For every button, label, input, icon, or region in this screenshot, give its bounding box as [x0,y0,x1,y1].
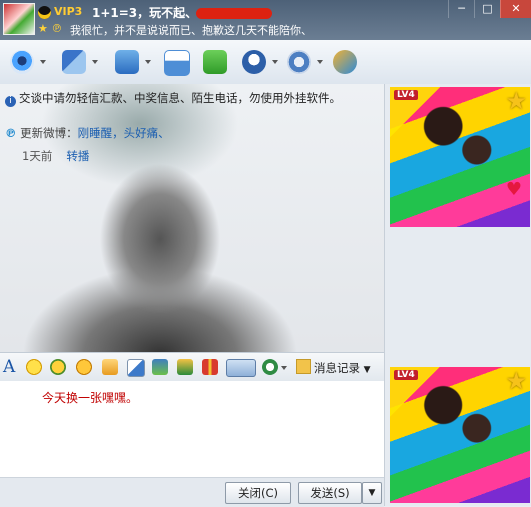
doodle-icon[interactable] [127,359,145,377]
security-warning: i 交谈中请勿轻信汇款、中奖信息、陌生电话，勿使用外挂软件。 [5,90,341,107]
nudge-icon[interactable] [76,359,92,375]
button-bar: 关闭(C) 发送(S) ▼ [0,477,384,507]
refresh-apps-icon[interactable] [333,50,357,74]
create-discussion-icon[interactable] [203,50,227,74]
send-file-dropdown-icon[interactable] [145,60,151,64]
star-icon: ★ [505,367,527,395]
level-badge: LV4 [394,90,418,100]
weibo-post-link[interactable]: 刚睡醒，头好痛、 [78,126,170,140]
contact-nickname: 1+1=3，玩不起、 [92,6,198,20]
status-icons: ★ ℗ [38,22,63,35]
translate-icon[interactable] [262,359,278,375]
security-warning-text: 交谈中请勿轻信汇款、中奖信息、陌生电话，勿使用外挂软件。 [19,91,341,105]
maximize-button[interactable]: □ [474,0,500,18]
chat-toolbar [0,40,531,85]
contact-avatar[interactable] [3,3,35,35]
window-controls: ─ □ ✕ [448,0,531,18]
video-call-icon[interactable] [10,50,34,74]
contact-signature: 我很忙，并不是说说而已、抱歉这几天不能陪你、 [70,24,312,37]
music-icon[interactable] [177,359,193,375]
video-call-dropdown-icon[interactable] [40,60,46,64]
history-dropdown-icon[interactable]: ▼ [364,365,371,375]
weibo-meta: 1天前 转播 [22,148,89,164]
send-button[interactable]: 发送(S) [298,482,362,504]
qq-penguin-icon [38,6,51,19]
close-button[interactable]: 关闭(C) [225,482,291,504]
message-input-text: 今天换一张嘿嘿。 [42,391,139,405]
weibo-icon: ℗ [5,126,17,140]
message-input[interactable]: 今天换一张嘿嘿。 [0,381,384,477]
vip-badge: VIP3 [54,5,83,18]
close-window-button[interactable]: ✕ [500,0,531,18]
star-icon: ★ [505,87,527,115]
image-icon[interactable] [152,359,168,375]
weibo-update: ℗ 更新微博：刚睡醒，头好痛、 [5,125,170,141]
heart-icon: ♥ [505,179,522,200]
gift-icon[interactable] [202,359,218,375]
profile-sidebar: LV4 ★ ♥ LV4 ★ [384,84,531,506]
translate-dropdown-icon[interactable] [281,366,287,370]
contact-show-image[interactable]: LV4 ★ ♥ [390,87,530,227]
history-label: 消息记录 [314,361,360,375]
info-icon: i [5,96,16,107]
app-settings-dropdown-icon[interactable] [317,60,323,64]
send-options-button[interactable]: ▼ [362,482,382,504]
chat-history-area[interactable]: i 交谈中请勿轻信汇款、中奖信息、陌生电话，勿使用外挂软件。 ℗ 更新微博：刚睡醒… [0,84,384,352]
weibo-repost-link[interactable]: 转播 [66,149,89,163]
history-icon [296,359,311,374]
magic-emoji-icon[interactable] [50,359,66,375]
app-settings-icon[interactable] [287,50,311,74]
minimize-button[interactable]: ─ [448,0,474,18]
font-settings-icon[interactable]: A [3,357,17,377]
weibo-prefix: 更新微博： [20,126,78,140]
send-mail-icon[interactable] [164,50,190,76]
emoji-icon[interactable] [26,359,42,375]
voice-call-icon[interactable] [62,50,86,74]
redaction-mark [196,8,272,19]
thumbs-icon[interactable] [102,359,118,375]
title-bar: VIP3 1+1=3，玩不起、 ★ ℗ 我很忙，并不是说说而已、抱歉这几天不能陪… [0,0,531,40]
remote-assist-dropdown-icon[interactable] [272,60,278,64]
voice-call-dropdown-icon[interactable] [92,60,98,64]
weibo-time: 1天前 [22,149,53,163]
self-show-image[interactable]: LV4 ★ [390,367,530,503]
format-toolbar: A 消息记录 ▼ [0,352,384,382]
remote-assist-icon[interactable] [242,50,266,74]
send-file-icon[interactable] [115,50,139,74]
screenshot-icon[interactable] [226,359,256,377]
message-history-button[interactable]: 消息记录 ▼ [296,359,371,376]
level-badge: LV4 [394,370,418,380]
